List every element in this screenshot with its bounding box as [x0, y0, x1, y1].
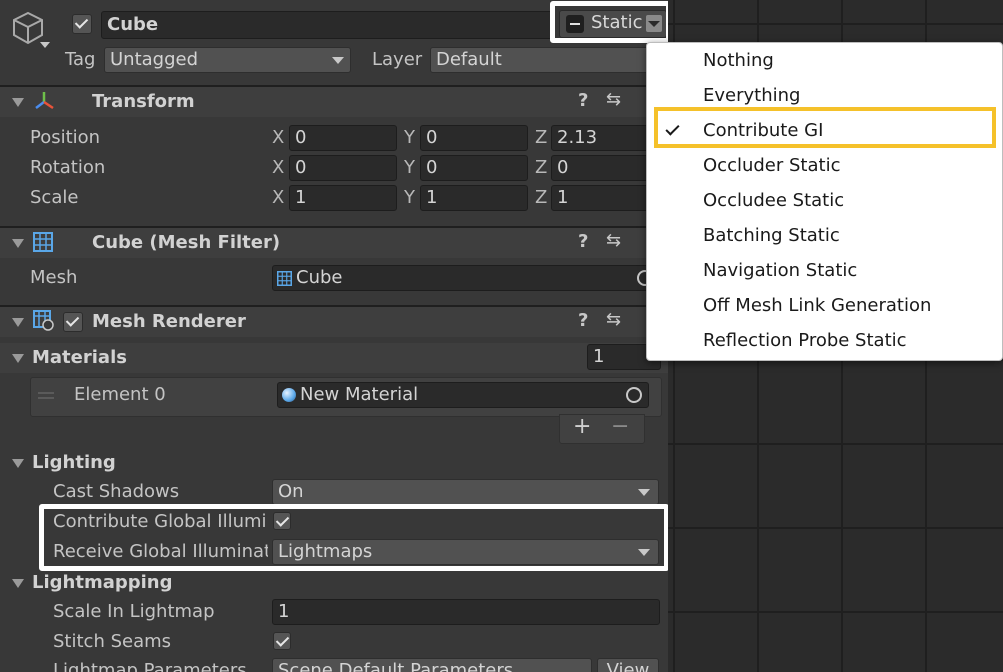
gameobject-active-checkbox[interactable] — [72, 14, 92, 34]
rotation-z-input[interactable]: 0 — [551, 155, 661, 181]
rotation-label: Rotation — [30, 157, 106, 178]
mesh-renderer-title: Mesh Renderer — [92, 311, 246, 332]
rotation-x-input[interactable]: 0 — [289, 155, 397, 181]
axis-x-label[interactable]: X — [272, 187, 284, 208]
mesh-label: Mesh — [30, 267, 78, 288]
layer-value: Default — [436, 49, 502, 70]
lightmapping-label: Lightmapping — [32, 572, 173, 593]
layer-label: Layer — [372, 49, 423, 70]
contribute-gi-highlight-box — [654, 107, 996, 148]
presets-icon[interactable]: ⇆ — [606, 309, 621, 330]
chevron-down-icon — [638, 489, 650, 496]
layer-dropdown[interactable]: Default — [430, 47, 660, 73]
drag-handle-icon[interactable] — [38, 392, 54, 394]
gameobject-name-input[interactable]: Cube — [101, 11, 553, 39]
static-flags-menu: Nothing Everything Contribute GI Occlude… — [646, 42, 1003, 361]
view-button-label: View — [606, 660, 650, 672]
static-callout-box — [550, 1, 668, 43]
cast-shadows-label: Cast Shadows — [53, 481, 180, 502]
transform-title: Transform — [92, 91, 195, 112]
object-picker-icon[interactable] — [626, 387, 642, 403]
lightmap-parameters-label: Lightmap Parameters — [53, 660, 247, 672]
axis-x-label[interactable]: X — [272, 157, 284, 178]
mesh-renderer-foldout-icon[interactable] — [12, 318, 24, 327]
position-label: Position — [30, 127, 101, 148]
presets-icon[interactable]: ⇆ — [606, 230, 621, 251]
icon-dropdown-arrow-icon[interactable] — [40, 42, 50, 48]
rotation-y-input[interactable]: 0 — [420, 155, 528, 181]
presets-icon[interactable]: ⇆ — [606, 89, 621, 110]
scale-x-input[interactable]: 1 — [289, 185, 397, 211]
mesh-filter-title: Cube (Mesh Filter) — [92, 232, 281, 253]
mesh-value: Cube — [296, 267, 343, 288]
transform-icon — [35, 92, 54, 110]
position-y-input[interactable]: 0 — [420, 125, 528, 151]
cast-shadows-value: On — [278, 481, 304, 502]
help-icon[interactable]: ? — [578, 90, 588, 111]
stitch-seams-label: Stitch Seams — [53, 631, 172, 652]
menu-item-reflection-probe-static[interactable]: Reflection Probe Static — [703, 330, 907, 351]
materials-foldout-icon[interactable] — [12, 354, 24, 363]
scale-z-input[interactable]: 1 — [551, 185, 661, 211]
position-z-input[interactable]: 2.13 — [551, 125, 661, 151]
mesh-object-field[interactable]: Cube — [272, 265, 662, 291]
mesh-renderer-enabled-checkbox[interactable] — [63, 312, 83, 332]
scale-in-lightmap-label: Scale In Lightmap — [53, 601, 215, 622]
axis-y-label[interactable]: Y — [404, 127, 415, 148]
scale-y-input[interactable]: 1 — [420, 185, 528, 211]
element-0-label: Element 0 — [74, 384, 166, 405]
tag-label: Tag — [65, 49, 96, 70]
gameobject-cube-icon — [13, 11, 43, 45]
lightmap-parameters-dropdown[interactable]: Scene Default Parameters — [272, 658, 592, 672]
tag-value: Untagged — [110, 49, 199, 70]
axis-z-label[interactable]: Z — [535, 127, 547, 148]
tag-chevron-down-icon — [332, 57, 344, 64]
material-object-field[interactable]: New Material — [277, 382, 649, 408]
help-icon[interactable]: ? — [578, 310, 588, 331]
scale-label: Scale — [30, 187, 79, 208]
axis-y-label[interactable]: Y — [404, 157, 415, 178]
help-icon[interactable]: ? — [578, 231, 588, 252]
menu-item-occludee-static[interactable]: Occludee Static — [703, 190, 844, 211]
position-x-input[interactable]: 0 — [289, 125, 397, 151]
mesh-filter-grid-icon — [33, 232, 53, 252]
menu-item-nothing[interactable]: Nothing — [703, 50, 774, 71]
lightmap-parameters-value: Scene Default Parameters — [278, 660, 514, 672]
view-button[interactable]: View — [597, 658, 659, 672]
tag-dropdown[interactable]: Untagged — [104, 47, 351, 73]
axis-x-label[interactable]: X — [272, 127, 284, 148]
materials-label: Materials — [32, 347, 127, 368]
add-element-button[interactable]: + — [573, 414, 591, 439]
lighting-label: Lighting — [32, 452, 116, 473]
cast-shadows-dropdown[interactable]: On — [272, 479, 659, 505]
mesh-asset-icon — [277, 271, 292, 286]
remove-element-button[interactable]: − — [611, 414, 629, 439]
gi-callout-box — [39, 504, 668, 571]
material-value: New Material — [300, 384, 419, 405]
mesh-renderer-icon — [33, 310, 54, 331]
axis-z-label[interactable]: Z — [535, 187, 547, 208]
lighting-foldout-icon[interactable] — [12, 459, 24, 468]
axis-z-label[interactable]: Z — [535, 157, 547, 178]
material-sphere-icon — [282, 388, 296, 402]
menu-item-off-mesh-link-generation[interactable]: Off Mesh Link Generation — [703, 295, 931, 316]
mesh-filter-foldout-icon[interactable] — [12, 239, 24, 248]
menu-item-batching-static[interactable]: Batching Static — [703, 225, 840, 246]
stitch-seams-checkbox[interactable] — [273, 632, 291, 650]
menu-item-everything[interactable]: Everything — [703, 85, 800, 106]
transform-foldout-icon[interactable] — [12, 98, 24, 107]
inspector-panel: Cube Static Tag Untagged Layer Default T… — [0, 0, 668, 672]
lightmapping-foldout-icon[interactable] — [12, 579, 24, 588]
menu-item-navigation-static[interactable]: Navigation Static — [703, 260, 857, 281]
menu-item-occluder-static[interactable]: Occluder Static — [703, 155, 840, 176]
scale-in-lightmap-input[interactable]: 1 — [272, 599, 660, 625]
axis-y-label[interactable]: Y — [404, 187, 415, 208]
list-footer — [559, 414, 645, 444]
